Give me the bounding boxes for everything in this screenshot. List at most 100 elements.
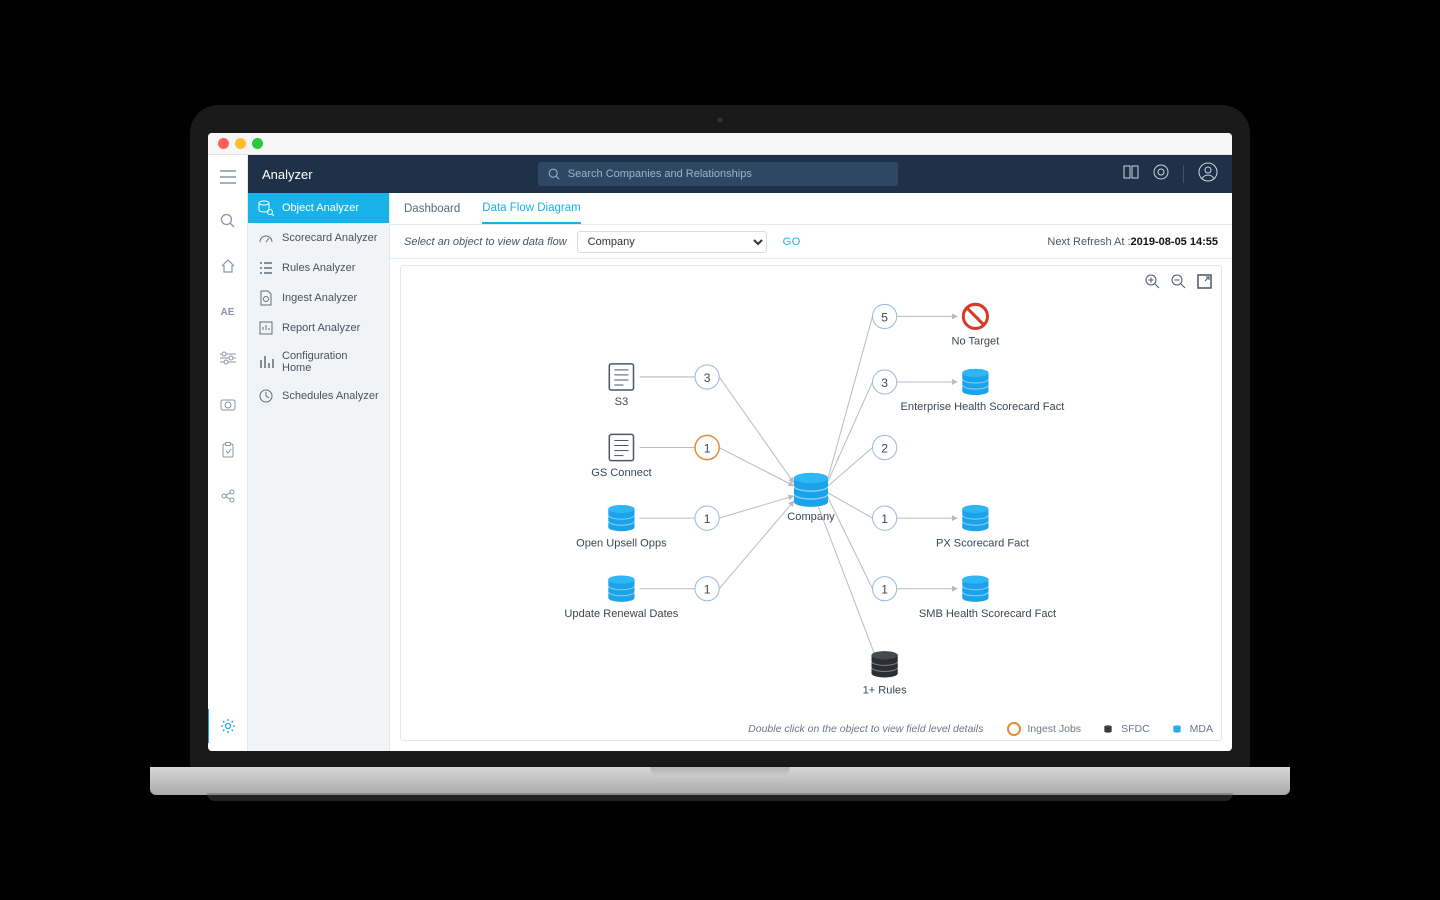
side-item-report-analyzer[interactable]: Report Analyzer <box>248 313 389 343</box>
camera-icon <box>717 117 723 123</box>
tab-dashboard[interactable]: Dashboard <box>404 193 460 224</box>
legend-mda: MDA <box>1170 722 1213 736</box>
svg-text:1: 1 <box>704 583 711 597</box>
legend-sfdc: SFDC <box>1101 722 1150 736</box>
svg-text:PX Scorecard Fact: PX Scorecard Fact <box>936 537 1029 549</box>
filter-row: Select an object to view data flow Compa… <box>390 225 1232 259</box>
side-item-configuration-home[interactable]: Configuration Home <box>248 343 389 381</box>
share-icon[interactable] <box>208 479 248 513</box>
icon-rail: AE <box>208 155 248 751</box>
node-enterprise-health[interactable]: Enterprise Health Scorecard Fact <box>901 369 1065 413</box>
side-label: Ingest Analyzer <box>282 292 357 304</box>
svg-text:Enterprise Health Scorecard Fa: Enterprise Health Scorecard Fact <box>901 401 1065 413</box>
bars-icon <box>258 354 274 370</box>
settings-icon[interactable] <box>208 709 247 743</box>
workspace: Object Analyzer Scorecard Analyzer Rules… <box>248 193 1232 751</box>
search-box[interactable] <box>538 162 898 186</box>
side-label: Scorecard Analyzer <box>282 232 377 244</box>
svg-text:1: 1 <box>704 442 711 456</box>
node-no-target[interactable]: No Target <box>951 304 999 347</box>
content: Dashboard Data Flow Diagram Select an ob… <box>390 193 1232 751</box>
database-search-icon <box>258 200 274 216</box>
svg-text:3: 3 <box>881 376 888 390</box>
svg-text:Update Renewal Dates: Update Renewal Dates <box>564 608 678 620</box>
clipboard-icon[interactable] <box>208 433 248 467</box>
node-px-scorecard[interactable]: PX Scorecard Fact <box>936 505 1029 549</box>
node-open-upsell[interactable]: Open Upsell Opps <box>576 505 667 549</box>
side-item-rules-analyzer[interactable]: Rules Analyzer <box>248 253 389 283</box>
side-panel: Object Analyzer Scorecard Analyzer Rules… <box>248 193 390 751</box>
svg-text:1+ Rules: 1+ Rules <box>863 685 907 697</box>
side-label: Configuration Home <box>282 350 379 374</box>
mac-titlebar <box>208 133 1232 155</box>
side-item-schedules-analyzer[interactable]: Schedules Analyzer <box>248 381 389 411</box>
side-label: Rules Analyzer <box>282 262 355 274</box>
svg-text:5: 5 <box>881 310 888 324</box>
badge: 5 <box>873 304 897 328</box>
node-smb-health[interactable]: SMB Health Scorecard Fact <box>919 576 1056 620</box>
canvas[interactable]: Company <box>400 265 1222 741</box>
ae-icon[interactable]: AE <box>208 295 248 329</box>
svg-text:3: 3 <box>704 371 711 385</box>
node-s3[interactable]: S3 <box>609 364 633 408</box>
flow-diagram: Company <box>401 266 1221 740</box>
gauge-icon <box>258 230 274 246</box>
center-label: Company <box>787 511 835 523</box>
zoom-in-icon[interactable] <box>1143 272 1161 290</box>
node-update-renewal[interactable]: Update Renewal Dates <box>564 576 678 620</box>
filter-label: Select an object to view data flow <box>404 236 567 248</box>
topbar-actions <box>1123 162 1218 187</box>
canvas-hint: Double click on the object to view field… <box>748 723 983 735</box>
search-input[interactable] <box>568 168 888 180</box>
side-item-ingest-analyzer[interactable]: Ingest Analyzer <box>248 283 389 313</box>
file-search-icon <box>258 290 274 306</box>
side-label: Schedules Analyzer <box>282 390 379 402</box>
side-item-object-analyzer[interactable]: Object Analyzer <box>248 193 389 223</box>
topbar: Analyzer <box>248 155 1232 193</box>
svg-text:GS Connect: GS Connect <box>591 467 651 479</box>
menu-icon[interactable] <box>208 163 248 191</box>
badge: 3 <box>873 370 897 394</box>
close-window-icon[interactable] <box>218 138 229 149</box>
list-icon <box>258 260 274 276</box>
camera-nav-icon[interactable] <box>208 387 248 421</box>
side-label: Report Analyzer <box>282 322 360 334</box>
badge: 1 <box>695 506 719 530</box>
svg-text:1: 1 <box>881 583 888 597</box>
divider <box>1183 165 1184 183</box>
avatar-icon[interactable] <box>1198 162 1218 187</box>
minimize-window-icon[interactable] <box>235 138 246 149</box>
zoom-out-icon[interactable] <box>1169 272 1187 290</box>
book-icon[interactable] <box>1123 164 1139 185</box>
search-icon[interactable] <box>208 203 248 237</box>
clock-icon <box>258 388 274 404</box>
legend: Ingest Jobs SFDC MDA <box>1007 722 1213 736</box>
sliders-icon[interactable] <box>208 341 248 375</box>
database-blue-icon <box>1170 722 1184 736</box>
go-button[interactable]: GO <box>777 236 807 248</box>
svg-text:2: 2 <box>881 442 888 456</box>
help-icon[interactable] <box>1153 164 1169 185</box>
badge: 3 <box>695 365 719 389</box>
app-root: AE <box>208 155 1232 751</box>
side-item-scorecard-analyzer[interactable]: Scorecard Analyzer <box>248 223 389 253</box>
expand-icon[interactable] <box>1195 272 1213 290</box>
legend-ingest: Ingest Jobs <box>1007 722 1081 736</box>
laptop-base <box>150 767 1290 795</box>
tab-dataflow[interactable]: Data Flow Diagram <box>482 193 580 224</box>
main-column: Analyzer <box>248 155 1232 751</box>
screen-bezel: AE <box>190 105 1250 767</box>
home-icon[interactable] <box>208 249 248 283</box>
node-gs-connect[interactable]: GS Connect <box>591 434 651 478</box>
maximize-window-icon[interactable] <box>252 138 263 149</box>
badge: 1 <box>695 435 719 459</box>
page-title: Analyzer <box>262 167 313 182</box>
svg-text:SMB Health Scorecard Fact: SMB Health Scorecard Fact <box>919 608 1056 620</box>
laptop-mockup: AE <box>190 105 1250 795</box>
badge: 1 <box>873 577 897 601</box>
svg-text:Open Upsell Opps: Open Upsell Opps <box>576 537 667 549</box>
node-rules[interactable]: 1+ Rules <box>863 651 907 696</box>
svg-text:S3: S3 <box>615 396 629 408</box>
next-refresh: Next Refresh At :2019-08-05 14:55 <box>1047 236 1218 248</box>
object-select[interactable]: Company <box>577 231 767 253</box>
